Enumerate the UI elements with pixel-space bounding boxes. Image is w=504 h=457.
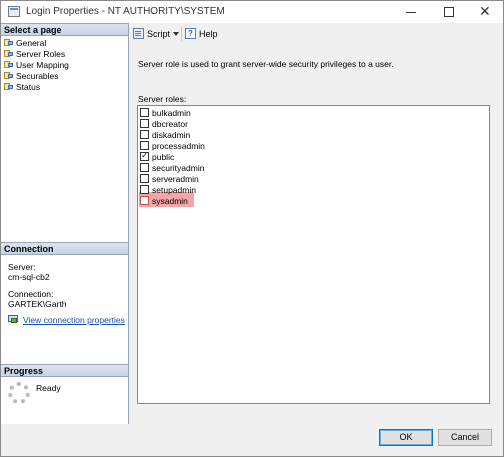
- role-item-diskadmin[interactable]: diskadmin: [140, 130, 190, 141]
- role-label: sysadmin: [152, 196, 188, 206]
- role-label: serveradmin: [152, 174, 199, 184]
- window-title: Login Properties - NT AUTHORITY\SYSTEM: [26, 6, 225, 17]
- role-checkbox[interactable]: [140, 174, 149, 183]
- sidebar-item-server-roles[interactable]: Server Roles: [4, 49, 65, 60]
- role-checkbox[interactable]: [140, 108, 149, 117]
- title-bar: Login Properties - NT AUTHORITY\SYSTEM ✕: [1, 1, 503, 23]
- role-label: diskadmin: [152, 130, 191, 140]
- help-icon: [185, 27, 196, 41]
- cancel-button[interactable]: Cancel: [438, 429, 492, 446]
- maximize-button[interactable]: [431, 1, 467, 23]
- role-checkbox[interactable]: [140, 196, 149, 205]
- role-checkbox[interactable]: [140, 141, 149, 150]
- sidebar-item-label: Securables: [16, 71, 59, 81]
- role-item-public[interactable]: public: [140, 150, 175, 163]
- login-properties-window: Login Properties - NT AUTHORITY\SYSTEM ✕…: [0, 0, 504, 457]
- progress-status: Ready: [36, 383, 61, 393]
- server-roles-list: bulkadmin dbcreator diskadmin processadm…: [137, 105, 490, 404]
- role-item-setupadmin[interactable]: setupadmin: [140, 185, 196, 196]
- sidebar-item-general[interactable]: General: [4, 38, 46, 49]
- connection-value: GARTEK\Garth: [8, 299, 67, 309]
- server-label: Server:: [8, 262, 36, 272]
- ok-button[interactable]: OK: [379, 429, 433, 446]
- role-checkbox[interactable]: [140, 185, 149, 194]
- role-checkbox[interactable]: [140, 130, 149, 139]
- minimize-button[interactable]: [393, 1, 429, 23]
- role-checkbox-checked[interactable]: [140, 150, 149, 161]
- script-dropdown-arrow-icon[interactable]: [173, 32, 179, 36]
- connection-header: Connection: [1, 242, 128, 255]
- server-role-description: Server role is used to grant server-wide…: [138, 59, 394, 69]
- view-connection-properties-link[interactable]: View connection properties: [8, 315, 125, 325]
- close-icon: ✕: [479, 3, 491, 19]
- script-icon: [133, 28, 144, 39]
- page-icon: [4, 71, 13, 80]
- role-label: securityadmin: [152, 163, 205, 173]
- script-button[interactable]: Script: [133, 27, 170, 41]
- script-label: Script: [147, 29, 171, 39]
- progress-spinner-icon: [8, 382, 30, 404]
- page-icon: [4, 38, 13, 47]
- left-panel: Select a page General Server Roles User …: [1, 23, 129, 424]
- progress-header: Progress: [1, 364, 128, 377]
- link-label: View connection properties: [23, 315, 125, 325]
- role-label: setupadmin: [152, 185, 196, 195]
- role-item-sysadmin[interactable]: sysadmin: [140, 196, 188, 207]
- help-button[interactable]: Help: [185, 27, 218, 41]
- sidebar-item-securables[interactable]: Securables: [4, 71, 59, 82]
- connection-properties-icon: [8, 315, 19, 324]
- role-checkbox[interactable]: [140, 119, 149, 128]
- select-page-header: Select a page: [1, 23, 128, 36]
- maximize-icon: [444, 7, 454, 17]
- help-label: Help: [199, 29, 218, 39]
- close-button[interactable]: ✕: [467, 1, 503, 23]
- role-checkbox[interactable]: [140, 163, 149, 172]
- sidebar-item-user-mapping[interactable]: User Mapping: [4, 60, 69, 71]
- app-icon: [8, 6, 20, 17]
- role-item-securityadmin[interactable]: securityadmin: [140, 163, 204, 174]
- sidebar-item-label: User Mapping: [16, 60, 69, 70]
- role-label: public: [152, 152, 175, 162]
- sidebar-item-label: General: [16, 38, 47, 48]
- toolbar-separator: [181, 27, 182, 41]
- role-label: processadmin: [152, 141, 205, 151]
- page-icon: [4, 49, 13, 58]
- sidebar-item-status[interactable]: Status: [4, 82, 40, 93]
- page-icon: [4, 60, 13, 69]
- role-label: bulkadmin: [152, 108, 191, 118]
- role-item-dbcreator[interactable]: dbcreator: [140, 119, 188, 130]
- role-item-serveradmin[interactable]: serveradmin: [140, 174, 199, 185]
- role-item-processadmin[interactable]: processadmin: [140, 141, 205, 152]
- role-item-bulkadmin[interactable]: bulkadmin: [140, 108, 191, 119]
- role-label: dbcreator: [152, 119, 188, 129]
- minimize-icon: [406, 12, 416, 13]
- sidebar-item-label: Status: [16, 82, 41, 92]
- server-value: cm-sql-cb2: [8, 272, 50, 282]
- server-roles-label: Server roles:: [138, 94, 187, 104]
- toolbar: Script Help: [129, 23, 503, 45]
- sidebar-item-label: Server Roles: [16, 49, 66, 59]
- connection-label: Connection:: [8, 289, 54, 299]
- page-icon: [4, 82, 13, 91]
